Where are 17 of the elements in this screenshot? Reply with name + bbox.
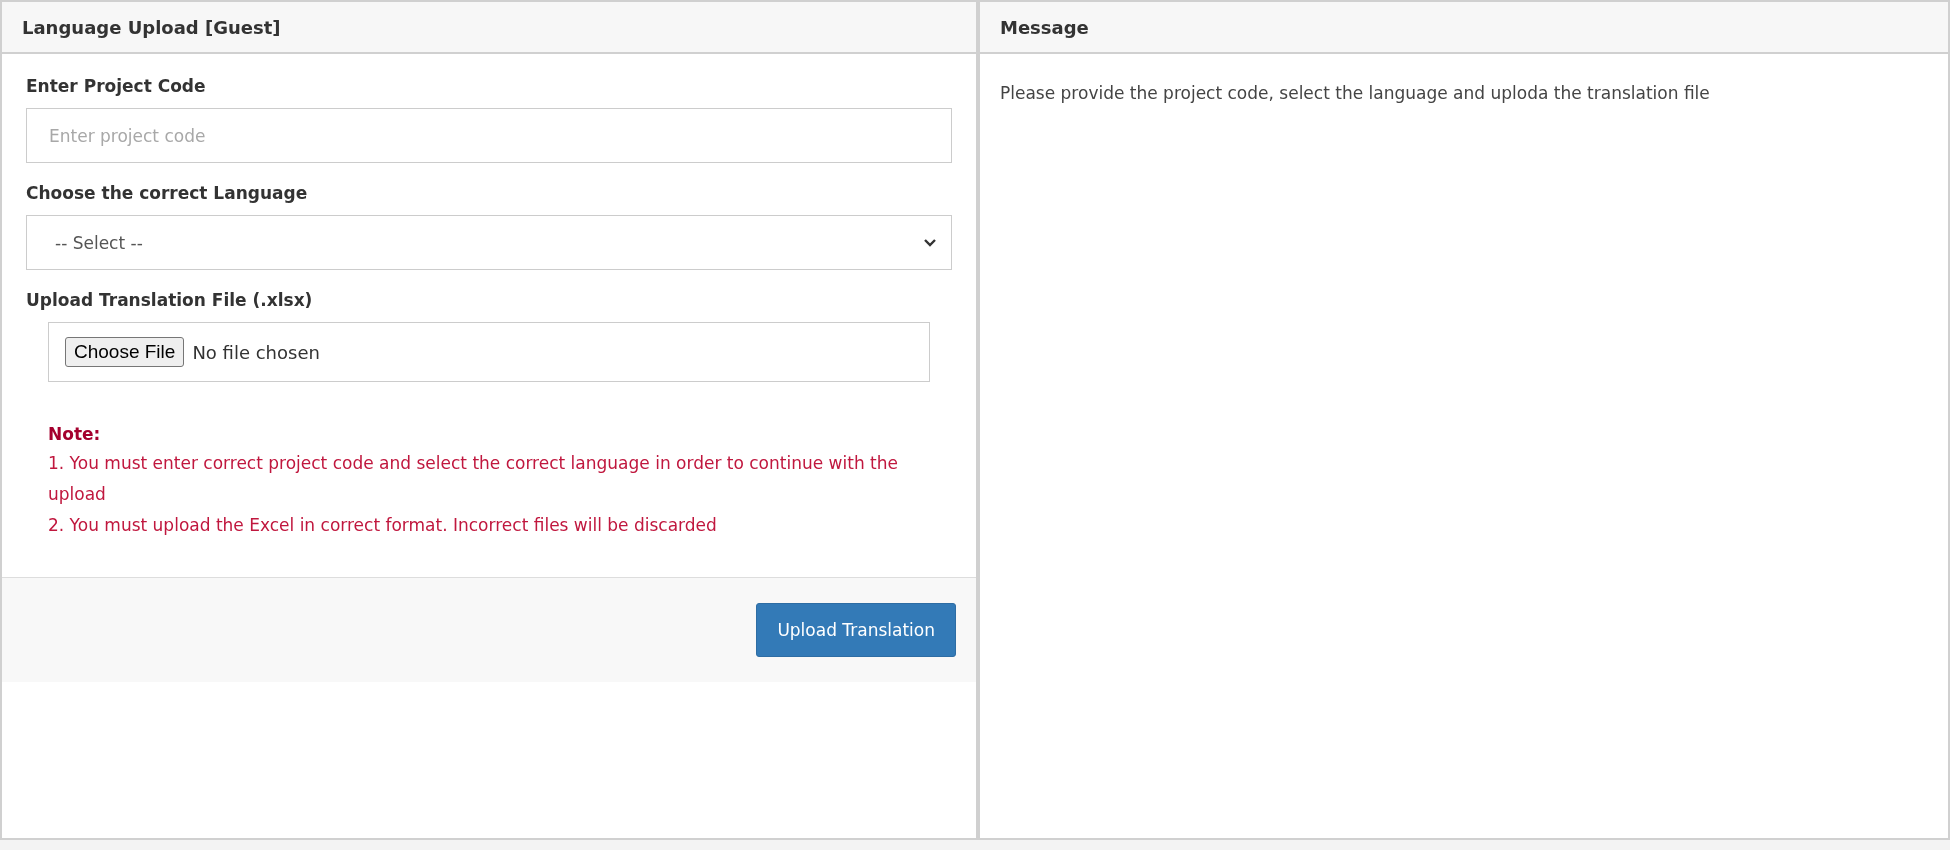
field-label: Upload Translation File (.xlsx) [26, 290, 314, 310]
project-code-field[interactable]: Enter project code [26, 108, 952, 163]
dropdown-value: -- Select -- [55, 232, 143, 253]
message-text: Please provide the project code, select the language and uploda the translation file [999, 82, 1711, 105]
note-title: Note: [48, 424, 102, 444]
choose-file-button[interactable]: Choose File [65, 337, 185, 367]
upload-translation-button[interactable]: Upload Translation [756, 603, 956, 657]
note-text: 2. You must upload the Excel in correct format. Incorrect files will be discarded [48, 514, 718, 537]
chevron-down-icon [923, 237, 937, 248]
note-text: 1. You must enter correct project code and select the correct language in order to continue with the upload [48, 452, 899, 506]
file-status-text: No file chosen [192, 341, 320, 363]
panel-title: Language Upload [Guest] [2, 2, 976, 54]
field-label: Choose the correct Language [26, 183, 309, 203]
language-dropdown[interactable]: -- Select -- [26, 215, 952, 270]
field-label: Enter Project Code [26, 76, 207, 96]
panel-title: Message [980, 2, 1948, 54]
file-input-field[interactable]: Choose File No file chosen [48, 322, 930, 382]
